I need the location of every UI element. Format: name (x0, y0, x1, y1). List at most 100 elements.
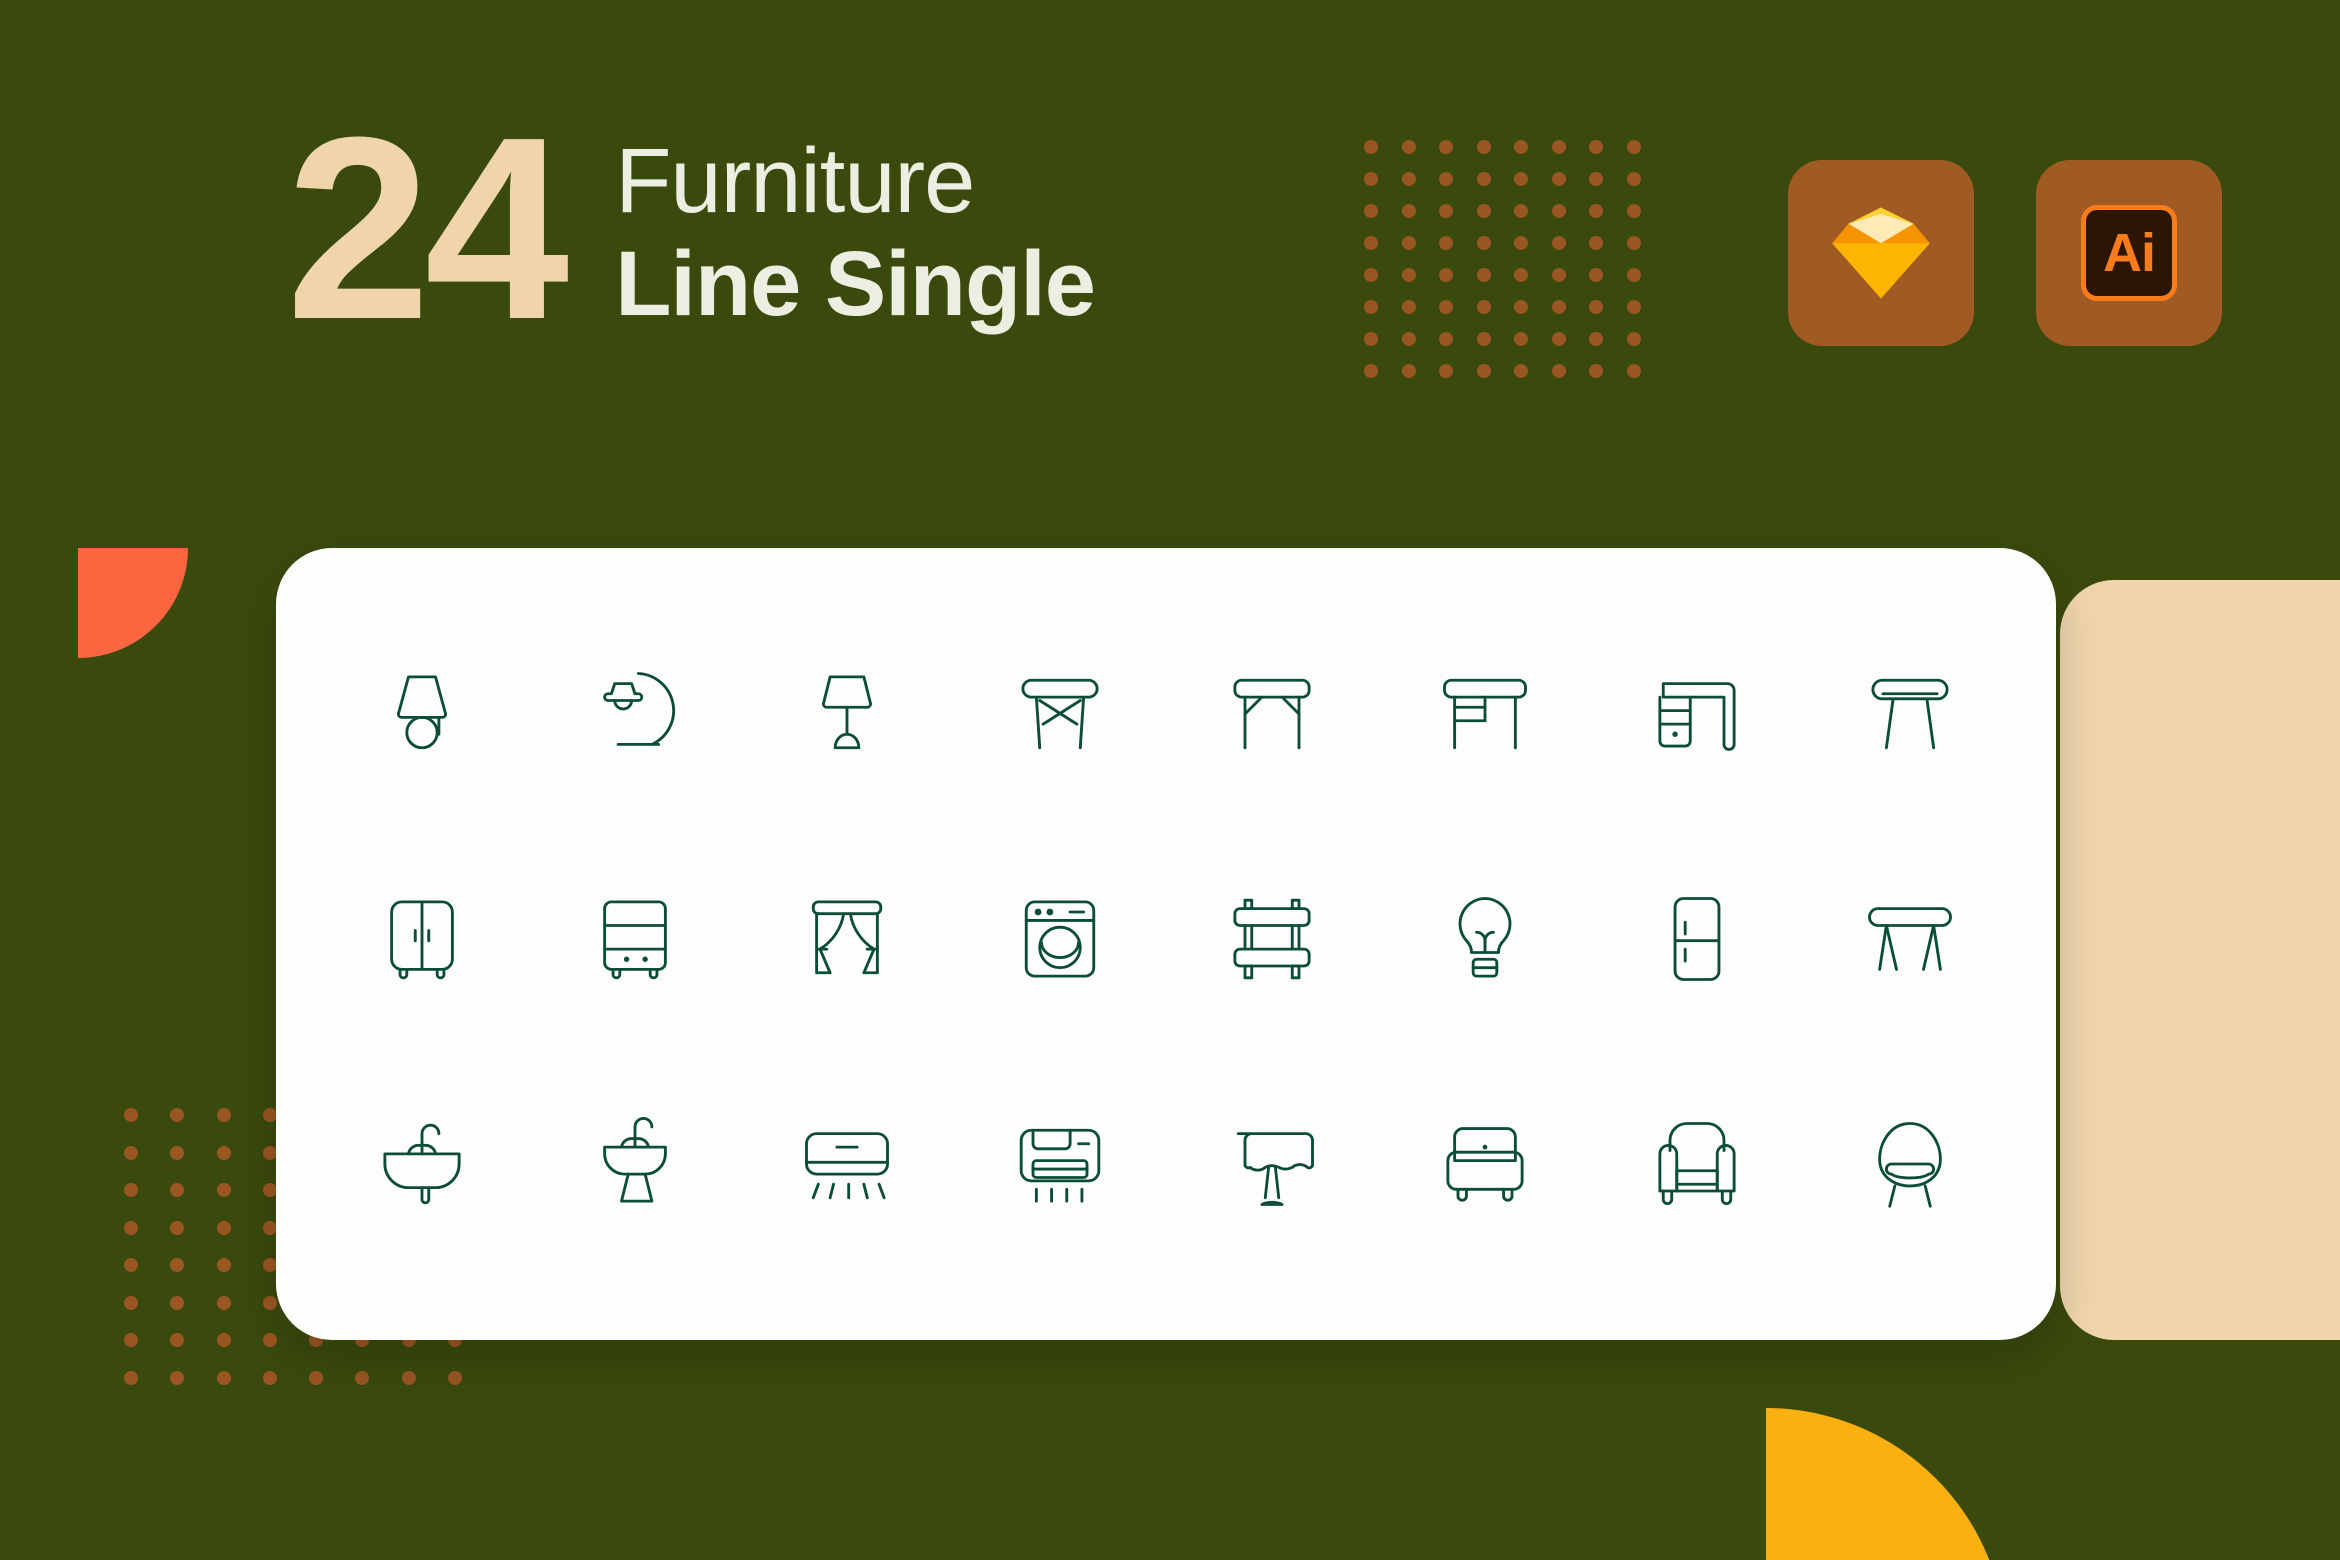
decorative-dot (1364, 364, 1378, 378)
icon-showcase-card (276, 548, 2056, 1340)
app-badges: Ai (1788, 160, 2222, 346)
decorative-dot (124, 1333, 138, 1347)
decorative-dot (1551, 204, 1566, 218)
decorative-dot (1439, 172, 1453, 186)
decorative-dot (216, 1258, 231, 1272)
decorative-dot (1439, 268, 1453, 282)
decorative-dot (216, 1145, 231, 1160)
desk-drawers-icon[interactable] (1379, 602, 1592, 827)
decorative-dot (1626, 236, 1641, 250)
decorative-dot (1439, 140, 1453, 154)
decorative-dot (216, 1295, 231, 1310)
decorative-dot (1364, 140, 1378, 154)
decorative-dot (216, 1370, 231, 1385)
decorative-dot (1589, 140, 1603, 154)
decorative-dot (1514, 268, 1528, 282)
pedestal-sink-icon[interactable] (529, 1051, 742, 1276)
decorative-dot (262, 1108, 277, 1122)
decorative-dot (1401, 268, 1416, 282)
decorative-dot (1589, 300, 1603, 314)
decorative-dot (216, 1220, 231, 1235)
decorative-dot (1401, 172, 1416, 186)
arc-floor-lamp-icon[interactable] (529, 602, 742, 827)
decorative-dot (1439, 236, 1453, 250)
decorative-dot (124, 1220, 138, 1235)
refrigerator-icon[interactable] (1591, 827, 1804, 1052)
decorative-dot (170, 1220, 185, 1235)
light-bulb-icon[interactable] (1379, 827, 1592, 1052)
decorative-dot (1476, 204, 1491, 218)
office-desk-icon[interactable] (1591, 602, 1804, 827)
decorative-dot (1401, 364, 1416, 378)
air-conditioner-unit-icon[interactable] (954, 1051, 1167, 1276)
washing-machine-icon[interactable] (954, 827, 1167, 1052)
decorative-dot (1626, 172, 1641, 186)
decorative-dot (170, 1370, 185, 1385)
decorative-dot (170, 1183, 185, 1197)
decorative-dot (1626, 140, 1641, 154)
trestle-table-icon[interactable] (1804, 827, 2017, 1052)
cross-brace-stool-icon[interactable] (954, 602, 1167, 827)
decorative-dot (1401, 300, 1416, 314)
decorative-dot (1514, 140, 1528, 154)
decorative-dot (124, 1108, 138, 1122)
decorative-dot (262, 1183, 277, 1197)
orange-quarter-circle (78, 548, 188, 658)
decorative-dot (1364, 300, 1378, 314)
sketch-diamond-icon (1832, 207, 1930, 299)
icon-count: 24 (286, 84, 569, 374)
decorative-dot (170, 1333, 185, 1347)
decorative-dot (1551, 300, 1566, 314)
title-line-1: Furniture (615, 129, 975, 232)
decorative-dot (124, 1145, 138, 1160)
pedestal-table-icon[interactable] (1166, 1051, 1379, 1276)
decorative-dot (1626, 268, 1641, 282)
table-icon[interactable] (1166, 602, 1379, 827)
sketch-app-badge[interactable] (1788, 160, 1974, 346)
decorative-dot (1364, 204, 1378, 218)
header: 24 Furniture Line Single (286, 84, 1096, 374)
decorative-dot (1589, 236, 1603, 250)
decorative-dot (1439, 364, 1453, 378)
decorative-dot (1364, 236, 1378, 250)
icon-grid (276, 548, 2056, 1340)
bunk-bed-icon[interactable] (1166, 827, 1379, 1052)
decorative-dot (1401, 140, 1416, 154)
decorative-dot (1589, 364, 1603, 378)
decorative-dot (1364, 332, 1378, 346)
decorative-dot (1589, 172, 1603, 186)
sofa-icon[interactable] (1379, 1051, 1592, 1276)
decorative-dot (447, 1370, 462, 1385)
decorative-dot (124, 1258, 138, 1272)
preview-canvas: 24 Furniture Line Single Ai (0, 0, 2340, 1560)
decorative-dot (1476, 300, 1491, 314)
decorative-dot (262, 1145, 277, 1160)
decorative-dot (1439, 300, 1453, 314)
illustrator-app-badge[interactable]: Ai (2036, 160, 2222, 346)
decorative-dot (401, 1370, 416, 1385)
table-lamp-icon[interactable] (741, 602, 954, 827)
decorative-dot (170, 1145, 185, 1160)
decorative-dot (309, 1370, 323, 1385)
decorative-dot (1589, 204, 1603, 218)
decorative-dot (1514, 236, 1528, 250)
wall-lamp-icon[interactable] (316, 602, 529, 827)
wardrobe-icon[interactable] (316, 827, 529, 1052)
dresser-icon[interactable] (529, 827, 742, 1052)
wall-sink-icon[interactable] (316, 1051, 529, 1276)
curtains-icon[interactable] (741, 827, 954, 1052)
tan-accent-panel (2060, 580, 2340, 1340)
dot-grid-top-right (1364, 140, 1664, 396)
decorative-dot (124, 1370, 138, 1385)
decorative-dot (1476, 332, 1491, 346)
decorative-dot (1551, 268, 1566, 282)
air-conditioner-icon[interactable] (741, 1051, 954, 1276)
page-title: Furniture Line Single (615, 124, 1096, 336)
title-line-2: Line Single (615, 232, 1096, 335)
splay-leg-stool-icon[interactable] (1804, 602, 2017, 827)
decorative-dot (262, 1220, 277, 1235)
armchair-icon[interactable] (1591, 1051, 1804, 1276)
decorative-dot (1551, 140, 1566, 154)
egg-chair-icon[interactable] (1804, 1051, 2017, 1276)
yellow-quarter-circle (1766, 1408, 2006, 1560)
